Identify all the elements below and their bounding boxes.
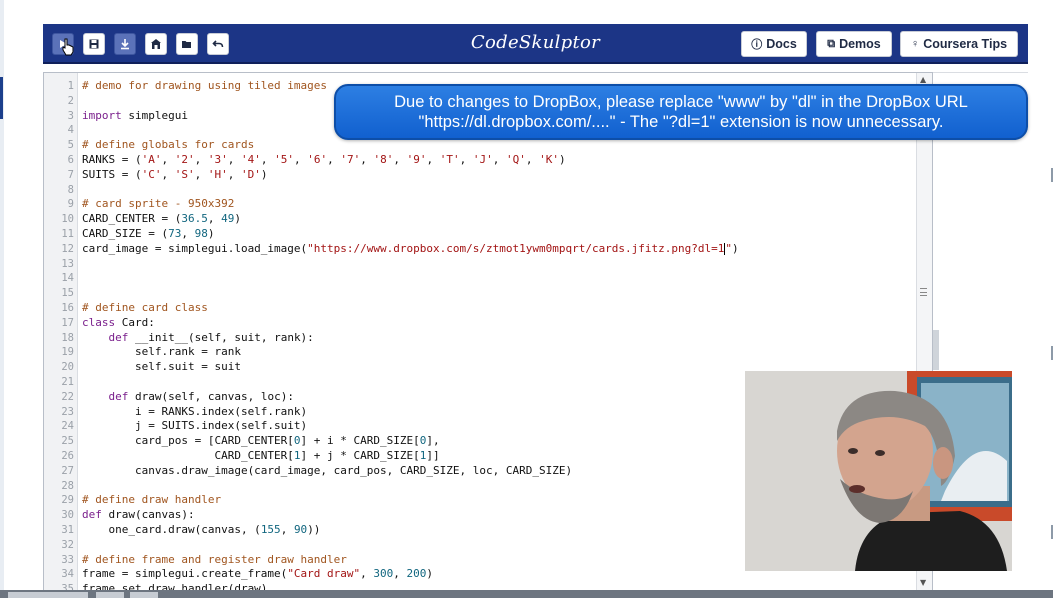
line-number: 30 [61, 509, 74, 522]
instructor-webcam-video [745, 371, 1012, 571]
undo-icon [212, 40, 224, 48]
coursera-tips-button[interactable]: ♀ Coursera Tips [900, 31, 1018, 57]
folder-open-icon [182, 41, 191, 48]
demos-button[interactable]: ⧉ Demos [816, 31, 892, 57]
open-button[interactable] [176, 33, 198, 55]
line-number: 7 [67, 168, 74, 181]
taskbar-item[interactable] [130, 592, 158, 598]
demo-icon: ⧉ [827, 37, 836, 50]
line-number: 3 [67, 109, 74, 122]
line-number: 12 [61, 242, 74, 255]
code-line[interactable] [82, 271, 912, 286]
line-number: 1 [67, 80, 74, 92]
demos-label: Demos [839, 37, 881, 51]
download-icon [121, 39, 129, 50]
pane-divider[interactable] [933, 330, 939, 370]
code-line[interactable]: # define globals for cards [82, 138, 912, 153]
code-line[interactable]: def __init__(self, suit, rank): [82, 331, 912, 346]
line-number: 16 [61, 301, 74, 314]
taskbar [0, 590, 1053, 598]
line-number: 31 [61, 523, 74, 536]
line-number: 33 [61, 553, 74, 566]
text-cursor [724, 242, 726, 255]
code-line[interactable]: self.rank = rank [82, 345, 912, 360]
line-number: 32 [61, 538, 74, 551]
lightbulb-icon: ♀ [910, 38, 920, 50]
taskbar-item[interactable] [96, 592, 124, 598]
docs-button[interactable]: ⓘ Docs [741, 31, 807, 57]
banner-line-2: "https://dl.dropbox.com/...." - The "?dl… [418, 113, 944, 131]
line-number: 26 [61, 449, 74, 462]
line-number: 18 [61, 331, 74, 344]
line-number: 24 [61, 420, 74, 433]
code-line[interactable]: card_image = simplegui.load_image("https… [82, 242, 912, 257]
download-button[interactable] [114, 33, 136, 55]
line-number: 13 [61, 257, 74, 270]
code-line[interactable]: CARD_CENTER = (36.5, 49) [82, 212, 912, 227]
scroll-up-icon[interactable]: ▲ [920, 75, 926, 84]
line-number: 14 [61, 272, 74, 285]
info-icon: ⓘ [751, 39, 763, 51]
coursera-tips-label: Coursera Tips [923, 37, 1008, 51]
code-line[interactable] [82, 257, 912, 272]
line-number: 4 [67, 124, 74, 137]
window-left-marker [0, 77, 3, 119]
scroll-grip[interactable] [920, 288, 927, 296]
line-number: 6 [67, 153, 74, 166]
code-line[interactable]: # define card class [82, 301, 912, 316]
code-line[interactable]: RANKS = ('A', '2', '3', '4', '5', '6', '… [82, 153, 912, 168]
save-icon [89, 39, 99, 49]
code-line[interactable]: class Card: [82, 316, 912, 331]
line-number: 22 [61, 390, 74, 403]
line-number: 23 [61, 405, 74, 418]
save-button[interactable] [83, 33, 105, 55]
code-line[interactable]: CARD_SIZE = (73, 98) [82, 227, 912, 242]
line-number: 19 [61, 346, 74, 359]
line-number: 34 [61, 568, 74, 581]
code-line[interactable] [82, 183, 912, 198]
line-number-gutter: 1 2 3 4 5 6 7 8 9 10 11 12 13 14 15 16 17 18 19 20 21 22 23 24 2… [44, 73, 78, 591]
line-number: 8 [67, 183, 74, 196]
code-line[interactable]: SUITS = ('C', 'S', 'H', 'D') [82, 168, 912, 183]
line-number: 27 [61, 464, 74, 477]
code-line[interactable] [82, 286, 912, 301]
line-number: 10 [61, 213, 74, 226]
line-number: 20 [61, 361, 74, 374]
line-number: 28 [61, 479, 74, 492]
taskbar-item[interactable] [8, 592, 88, 598]
line-number: 11 [61, 227, 74, 240]
home-icon [151, 39, 161, 49]
undo-button[interactable] [207, 33, 229, 55]
banner-line-1: Due to changes to DropBox, please replac… [394, 93, 968, 111]
header-bar: CodeSkulptor ⓘ Docs ⧉ Demos ♀ Coursera T… [43, 24, 1028, 64]
reset-button[interactable] [145, 33, 167, 55]
line-number: 17 [61, 316, 74, 329]
line-number: 2 [67, 94, 74, 107]
line-number: 5 [67, 139, 74, 152]
line-number: 29 [61, 494, 74, 507]
docs-label: Docs [766, 37, 797, 51]
line-number: 21 [61, 375, 74, 388]
line-number: 15 [61, 287, 74, 300]
line-number: 9 [67, 198, 74, 211]
dropbox-notice-banner: Due to changes to DropBox, please replac… [334, 84, 1028, 140]
code-line[interactable]: # card sprite - 950x392 [82, 197, 912, 212]
line-number: 25 [61, 435, 74, 448]
scroll-down-icon[interactable]: ▼ [920, 578, 926, 587]
mouse-pointer-icon [62, 38, 74, 56]
